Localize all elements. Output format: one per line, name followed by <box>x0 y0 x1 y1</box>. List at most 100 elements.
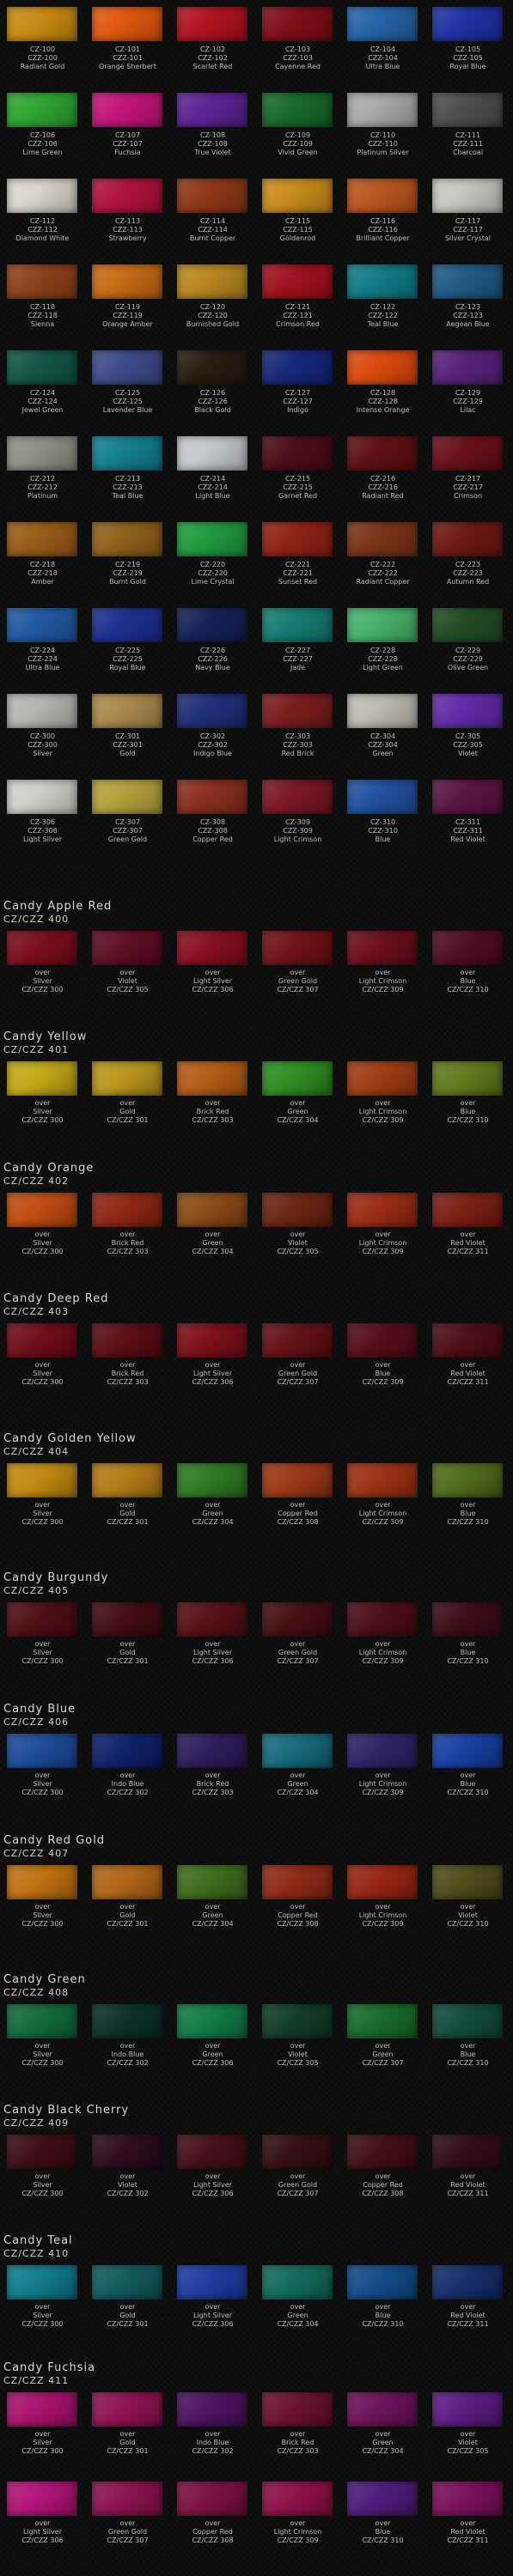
swatch-code: CZ-119 <box>114 303 141 311</box>
swatch-code-alt: CZZ-129 <box>453 398 483 405</box>
candy-swatch-card: over Blue CZ/CZZ 310 <box>425 1602 510 1688</box>
color-swatch-card: CZ-219 CZZ-219 Burnt Gold <box>85 522 170 608</box>
swatch-code-alt: CZZ-222 <box>368 569 398 577</box>
swatch-color-name: Brilliant Copper <box>356 234 410 242</box>
base-color-code: CZ/CZZ 309 <box>362 1248 404 1255</box>
base-color-name: Blue <box>460 977 476 985</box>
over-label: over <box>119 1230 136 1238</box>
base-color-code: CZ/CZZ 310 <box>447 1116 489 1124</box>
section-title: Candy Burgundy <box>3 1571 109 1584</box>
swatch-color-name: Lilac <box>460 406 476 414</box>
candy-section: Candy Teal CZ/CZZ 410 over Silver CZ/CZZ 300… <box>0 2234 513 2354</box>
candy-swatch-card: over Silver CZ/CZZ 300 <box>0 2392 85 2478</box>
swatch-grid-row: CZ-124 CZZ-124 Jewel Green CZ-125 CZZ-125 Lav… <box>0 350 513 436</box>
section-code: CZ/CZZ 406 <box>3 1716 70 1728</box>
swatch-code-alt: CZZ-213 <box>113 483 143 491</box>
base-color-name: Green <box>287 1108 308 1115</box>
color-swatch <box>92 2392 162 2427</box>
swatch-code-alt: CZZ-126 <box>198 398 228 405</box>
base-color-code: CZ/CZZ 308 <box>277 1518 319 1526</box>
candy-swatch-card: over Indo Blue CZ/CZZ 302 <box>170 2392 255 2478</box>
base-color-code: CZ/CZZ 304 <box>277 2320 319 2328</box>
color-swatch <box>92 2135 162 2169</box>
base-color-code: CZ/CZZ 307 <box>277 986 319 993</box>
base-color-name: Copper Red <box>278 1911 318 1919</box>
base-color-code: CZ/CZZ 306 <box>192 2320 234 2328</box>
section-title: Candy Fuchsia <box>3 2361 96 2374</box>
base-color-code: CZ/CZZ 300 <box>21 2059 64 2067</box>
base-color-code: CZ/CZZ 311 <box>447 2190 489 2197</box>
swatch-code: CZ-107 <box>114 131 141 139</box>
swatch-code: CZ-108 <box>199 131 226 139</box>
color-swatch <box>177 1323 247 1358</box>
color-swatch-card: CZ-302 CZZ-302 Indigo Blue <box>170 694 255 780</box>
color-swatch <box>347 694 418 728</box>
color-swatch-card: CZ-311 CZZ-311 Red Violet <box>425 780 510 866</box>
swatch-code: CZ-113 <box>114 217 141 225</box>
base-color-code: CZ/CZZ 309 <box>362 1378 404 1386</box>
color-chart-page: CZ-100 CZZ-100 Radiant Gold CZ-101 CZZ-101 Or… <box>0 0 513 2576</box>
color-swatch-card: CZ-215 CZZ-215 Garnet Red <box>255 436 340 522</box>
over-label: over <box>375 1771 391 1779</box>
swatch-code: CZ-216 <box>369 475 396 483</box>
base-color-name: Violet <box>288 2050 308 2058</box>
base-color-code: CZ/CZZ 300 <box>21 986 64 993</box>
base-color-name: Green <box>372 2050 394 2058</box>
swatch-color-name: Vivid Green <box>278 149 318 156</box>
color-swatch <box>432 1602 503 1637</box>
color-swatch <box>177 1734 247 1768</box>
swatch-code-alt: CZZ-301 <box>113 741 143 749</box>
swatch-color-name: Royal Blue <box>109 664 146 671</box>
base-color-code: CZ/CZZ 309 <box>362 986 404 993</box>
candy-swatch-card: over Violet CZ/CZZ 305 <box>85 931 170 1017</box>
color-swatch <box>177 2135 247 2169</box>
candy-swatch-card: over Light Silver CZ/CZZ 306 <box>170 931 255 1017</box>
color-swatch <box>92 2265 162 2300</box>
swatch-code-alt: CZZ-228 <box>368 655 398 663</box>
over-label: over <box>460 969 476 976</box>
over-label: over <box>290 2430 306 2438</box>
color-swatch <box>177 1865 247 1899</box>
color-swatch-card: CZ-104 CZZ-104 Ultra Blue <box>340 7 425 93</box>
color-swatch-card: CZ-125 CZZ-125 Lavender Blue <box>85 350 170 436</box>
candy-swatch-card: over Red Violet CZ/CZZ 311 <box>425 2265 510 2351</box>
color-swatch <box>432 350 503 385</box>
base-color-code: CZ/CZZ 310 <box>447 986 489 993</box>
color-swatch <box>262 608 333 642</box>
swatch-color-name: Royal Blue <box>449 63 486 70</box>
base-color-code: CZ/CZZ 305 <box>107 986 149 993</box>
over-label: over <box>119 1903 136 1911</box>
swatch-color-name: Radiant Red <box>362 492 404 500</box>
color-swatch <box>347 350 418 385</box>
candy-swatch-card: over Light Crimson CZ/CZZ 309 <box>340 1061 425 1147</box>
base-color-name: Blue <box>460 1649 476 1656</box>
over-label: over <box>460 1099 476 1107</box>
swatch-code: CZ-225 <box>114 647 141 654</box>
color-swatch <box>92 608 162 642</box>
color-swatch-card: CZ-116 CZZ-116 Brilliant Copper <box>340 179 425 264</box>
color-swatch <box>432 1734 503 1768</box>
over-label: over <box>34 1099 51 1107</box>
candy-swatch-card: over Blue CZ/CZZ 310 <box>425 1061 510 1147</box>
candy-section: Candy Fuchsia CZ/CZZ 411 over Silver CZ/CZZ … <box>0 2361 513 2573</box>
swatch-grid-row: CZ-218 CZZ-218 Amber CZ-219 CZZ-219 Burnt Gol… <box>0 522 513 608</box>
color-swatch <box>92 1865 162 1899</box>
over-label: over <box>460 2042 476 2050</box>
over-label: over <box>205 1640 221 1648</box>
swatch-code: CZ-128 <box>369 389 396 397</box>
color-swatch <box>432 1193 503 1227</box>
swatch-code: CZ-116 <box>369 217 396 225</box>
color-swatch <box>7 931 77 965</box>
color-swatch <box>347 264 418 299</box>
over-label: over <box>460 1903 476 1911</box>
color-swatch <box>262 780 333 814</box>
base-color-code: CZ/CZZ 306 <box>21 2537 64 2544</box>
swatch-code: CZ-304 <box>369 732 396 740</box>
color-swatch <box>262 436 333 471</box>
swatch-color-name: Platinum Silver <box>357 149 409 156</box>
swatch-code-alt: CZZ-223 <box>453 569 483 577</box>
swatch-color-name: Green <box>372 750 394 757</box>
swatch-color-name: Charcoal <box>452 149 484 156</box>
color-swatch-card: CZ-114 CZZ-114 Burnt Copper <box>170 179 255 264</box>
base-color-name: Brick Red <box>196 1780 229 1788</box>
